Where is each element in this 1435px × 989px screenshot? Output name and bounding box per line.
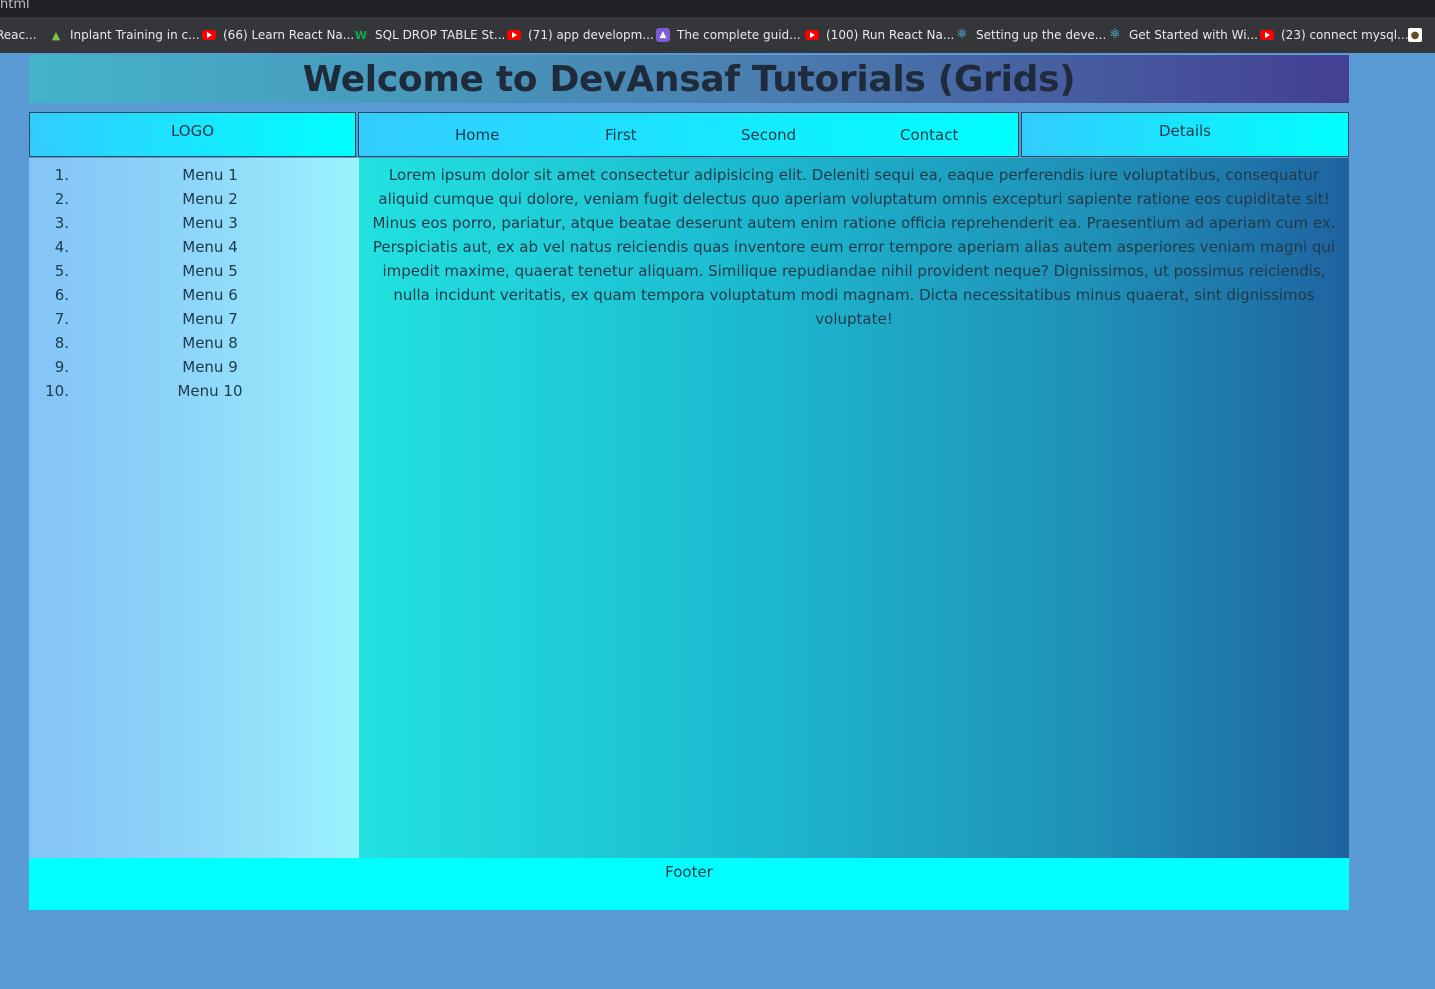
w3schools-icon: W <box>354 28 368 42</box>
sidebar-item[interactable]: 6. Menu 6 <box>29 284 359 308</box>
window-title: html <box>0 0 30 12</box>
main-content: Lorem ipsum dolor sit amet consectetur a… <box>359 158 1349 858</box>
details-label: Details <box>1158 122 1211 140</box>
youtube-icon <box>506 27 522 43</box>
sidebar-item[interactable]: 9. Menu 9 <box>29 356 359 380</box>
bookmark-label: Setting up the deve... <box>976 28 1107 42</box>
nav-link-first[interactable]: First <box>605 126 637 144</box>
bookmark-label: SQL DROP TABLE St... <box>375 28 506 42</box>
bookmark-label: Get Started with Wi... <box>1129 28 1258 42</box>
details-box: Details <box>1021 112 1349 157</box>
bookmark-item[interactable]: ▲ The complete guid... <box>655 17 801 53</box>
bookmark-item[interactable]: (66) Learn React Na... <box>201 17 354 53</box>
sidebar-item-label: Menu 5 <box>182 262 238 280</box>
youtube-icon <box>201 27 217 43</box>
bookmark-label: (23) connect mysql... <box>1281 28 1409 42</box>
profile-icon: ● <box>1407 27 1423 43</box>
sidebar-item-label: Menu 8 <box>182 334 238 352</box>
nav-link-second[interactable]: Second <box>741 126 796 144</box>
bookmark-label: Reac... <box>0 28 37 42</box>
youtube-icon <box>804 27 820 43</box>
sidebar-item[interactable]: 5. Menu 5 <box>29 260 359 284</box>
page-header: Welcome to DevAnsaf Tutorials (Grids) <box>29 55 1349 103</box>
bookmarks-bar: Reac... ▲ Inplant Training in c... (66) … <box>0 17 1435 53</box>
bookmark-item[interactable]: (71) app developm... <box>506 17 654 53</box>
sidebar-item-label: Menu 7 <box>182 310 238 328</box>
content-paragraph: Lorem ipsum dolor sit amet consectetur a… <box>372 166 1336 328</box>
rocket-icon: ▲ <box>655 27 671 43</box>
react-icon: ⚛ <box>1109 27 1121 42</box>
sidebar-item[interactable]: 3. Menu 3 <box>29 212 359 236</box>
page-footer: Footer <box>29 858 1349 910</box>
sidebar-item-label: Menu 9 <box>182 358 238 376</box>
logo-label: LOGO <box>170 122 215 140</box>
bookmark-item[interactable]: ▲ Inplant Training in c... <box>48 17 200 53</box>
bookmark-item[interactable]: (23) connect mysql... <box>1259 17 1409 53</box>
sidebar-item-label: Menu 3 <box>182 214 238 232</box>
react-icon: ⚛ <box>956 27 968 42</box>
sidebar-item[interactable]: 2. Menu 2 <box>29 188 359 212</box>
bookmark-item[interactable]: ● <box>1407 17 1423 53</box>
bookmark-label: The complete guid... <box>677 28 801 42</box>
sidebar-item[interactable]: 4. Menu 4 <box>29 236 359 260</box>
bookmark-label: (66) Learn React Na... <box>223 28 355 42</box>
bookmark-label: (71) app developm... <box>528 28 654 42</box>
sidebar-item-label: Menu 4 <box>182 238 238 256</box>
logo-box: LOGO <box>29 112 356 157</box>
sidebar-menu-list: 1. Menu 1 2. Menu 2 3. Menu 3 4. Menu 4 5. Me… <box>29 164 359 404</box>
sidebar-item[interactable]: 1. Menu 1 <box>29 164 359 188</box>
bookmark-item[interactable]: Reac... <box>0 17 37 53</box>
sidebar-item-label: Menu 6 <box>182 286 238 304</box>
nav-link-home[interactable]: Home <box>455 126 499 144</box>
nav-link-contact[interactable]: Contact <box>900 126 958 144</box>
chart-icon: ▲ <box>51 28 61 42</box>
sidebar-item[interactable]: 8. Menu 8 <box>29 332 359 356</box>
sidebar: 1. Menu 1 2. Menu 2 3. Menu 3 4. Menu 4 5. Me… <box>29 158 359 858</box>
sidebar-item-label: Menu 10 <box>177 382 243 400</box>
page-title: Welcome to DevAnsaf Tutorials (Grids) <box>302 58 1076 100</box>
bookmark-item[interactable]: ⚛ Get Started with Wi... <box>1107 17 1258 53</box>
footer-label: Footer <box>665 863 713 881</box>
sidebar-item[interactable]: 10. Menu 10 <box>29 380 359 404</box>
youtube-icon <box>1259 27 1275 43</box>
bookmark-item[interactable]: W SQL DROP TABLE St... <box>353 17 505 53</box>
bookmark-label: Inplant Training in c... <box>70 28 200 42</box>
top-nav: Home First Second Contact <box>358 112 1019 157</box>
bookmark-item[interactable]: (100) Run React Na... <box>804 17 954 53</box>
sidebar-item-label: Menu 2 <box>182 190 238 208</box>
bookmark-item[interactable]: ⚛ Setting up the deve... <box>954 17 1106 53</box>
sidebar-item[interactable]: 7. Menu 7 <box>29 308 359 332</box>
window-title-strip: html <box>0 0 1435 17</box>
bookmark-label: (100) Run React Na... <box>826 28 955 42</box>
sidebar-item-label: Menu 1 <box>182 166 238 184</box>
